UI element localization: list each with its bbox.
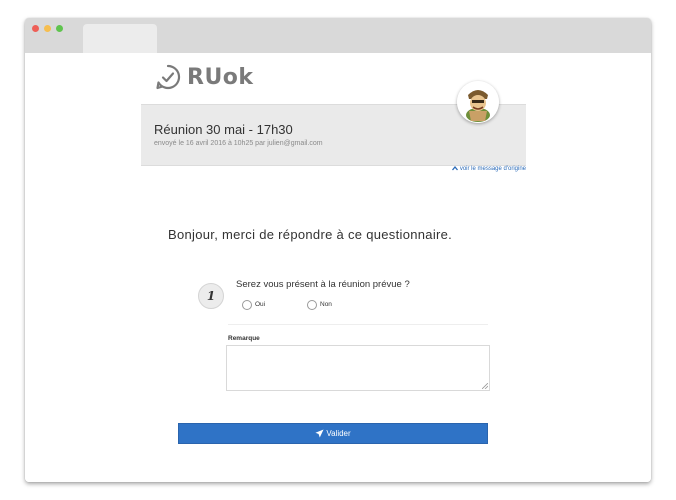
- resize-handle-icon[interactable]: [482, 383, 488, 389]
- page-content: RUok Réunion 30 mai - 17h30 envoyé le 16…: [25, 53, 651, 482]
- meeting-sent-info: envoyé le 16 avril 2016 à 10h25 par juli…: [154, 140, 323, 147]
- app-logo[interactable]: RUok: [155, 63, 254, 91]
- browser-titlebar: [25, 18, 651, 53]
- radio-non[interactable]: [307, 300, 317, 310]
- divider: [228, 324, 488, 325]
- remark-textarea[interactable]: [226, 345, 490, 391]
- original-message-link[interactable]: voir le message d'origine: [452, 165, 526, 173]
- radio-oui[interactable]: [242, 300, 252, 310]
- user-avatar[interactable]: [457, 81, 499, 123]
- chevron-up-icon: [452, 165, 459, 171]
- character-avatar-icon: [457, 81, 499, 123]
- check-bubble-icon: [156, 64, 181, 90]
- meeting-title: Réunion 30 mai - 17h30: [154, 122, 293, 137]
- browser-tab[interactable]: [83, 24, 157, 53]
- remark-label: Remarque: [228, 335, 260, 342]
- minimize-window-button[interactable]: [44, 25, 51, 32]
- close-window-button[interactable]: [32, 25, 39, 32]
- original-message-label: voir le message d'origine: [459, 166, 526, 173]
- paper-plane-icon: [315, 429, 324, 438]
- question-number-badge: 1: [198, 283, 224, 309]
- logo-text: RUok: [187, 64, 254, 90]
- browser-window: RUok Réunion 30 mai - 17h30 envoyé le 16…: [25, 18, 651, 482]
- question-text: Serez vous présent à la réunion prévue ?: [236, 279, 410, 290]
- maximize-window-button[interactable]: [56, 25, 63, 32]
- submit-label: Valider: [326, 429, 351, 438]
- submit-button[interactable]: Valider: [178, 423, 488, 444]
- greeting-text: Bonjour, merci de répondre à ce question…: [168, 227, 453, 242]
- radio-oui-label[interactable]: Oui: [255, 301, 265, 308]
- radio-non-label[interactable]: Non: [320, 301, 332, 308]
